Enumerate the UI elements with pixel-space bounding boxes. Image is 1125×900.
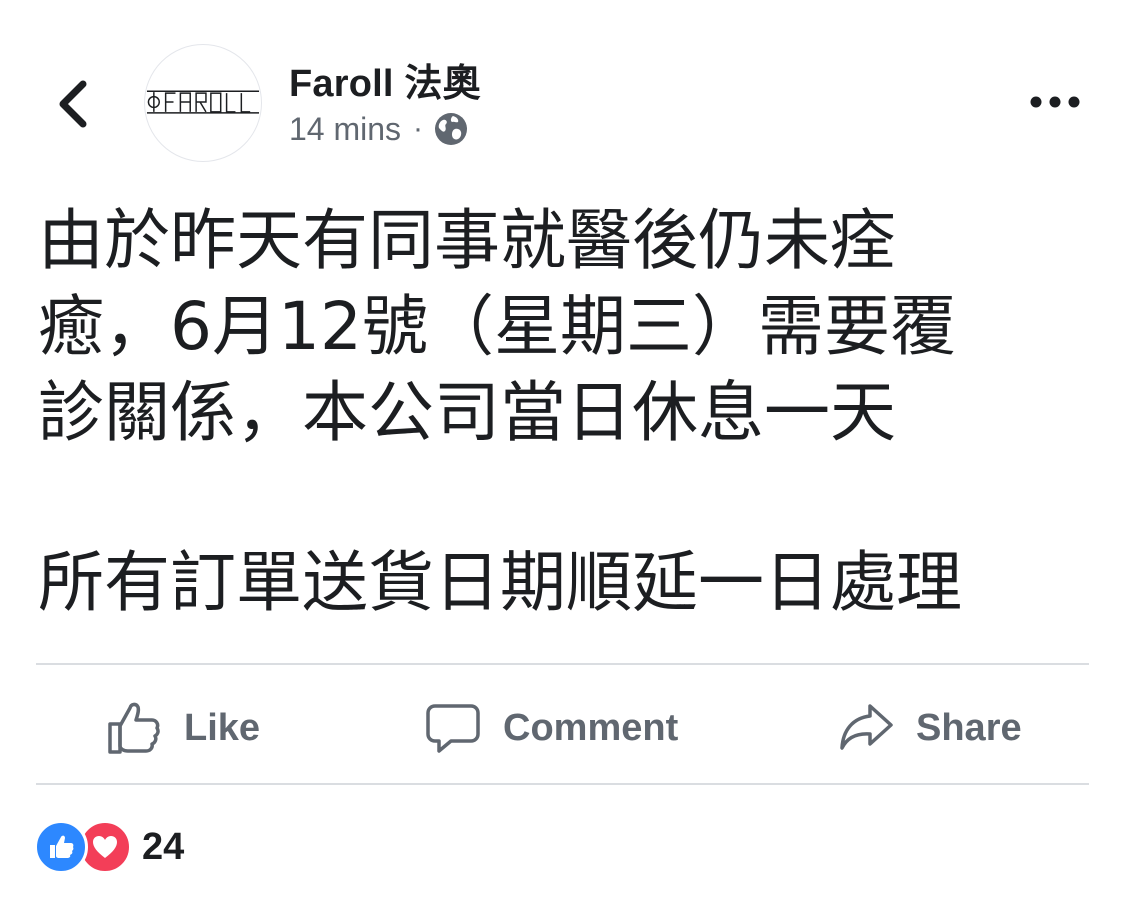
like-button[interactable]: Like [106,690,260,766]
post-line: 癒，6月12號（星期三）需要覆 [38,288,956,365]
reaction-count: 24 [142,825,185,868]
reactions-summary[interactable]: 24 [34,820,184,874]
post-timestamp[interactable]: 14 mins [289,111,401,148]
like-reaction-icon [34,820,88,874]
meta-separator: · [413,112,424,145]
globe-icon [433,111,469,147]
more-horizontal-icon [1030,96,1080,108]
post-line: 所有訂單送貨日期順延一日處理 [38,544,962,621]
thumbs-up-icon [108,702,160,754]
post-text: 由於昨天有同事就醫後仍未痊 癒，6月12號（星期三）需要覆 診關係，本公司當日休… [38,198,1108,626]
comment-button[interactable]: Comment [425,690,678,766]
share-button[interactable]: Share [838,690,1022,766]
share-label: Share [916,706,1022,749]
more-options-button[interactable] [1020,80,1090,124]
actions-divider-top [36,663,1089,665]
page-avatar[interactable] [144,44,262,162]
back-button[interactable] [46,74,98,134]
post-meta: 14 mins · [289,108,469,150]
faroll-logo [146,90,260,114]
comment-icon [426,704,480,753]
post-line: 由於昨天有同事就醫後仍未痊 [38,202,896,279]
page-name[interactable]: Faroll 法奧 [289,52,481,107]
post-line: 診關係，本公司當日休息一天 [38,374,896,451]
actions-divider-bottom [36,783,1089,785]
share-arrow-icon [840,704,893,750]
like-label: Like [184,706,261,749]
chevron-left-icon [59,80,87,128]
comment-label: Comment [503,706,679,749]
